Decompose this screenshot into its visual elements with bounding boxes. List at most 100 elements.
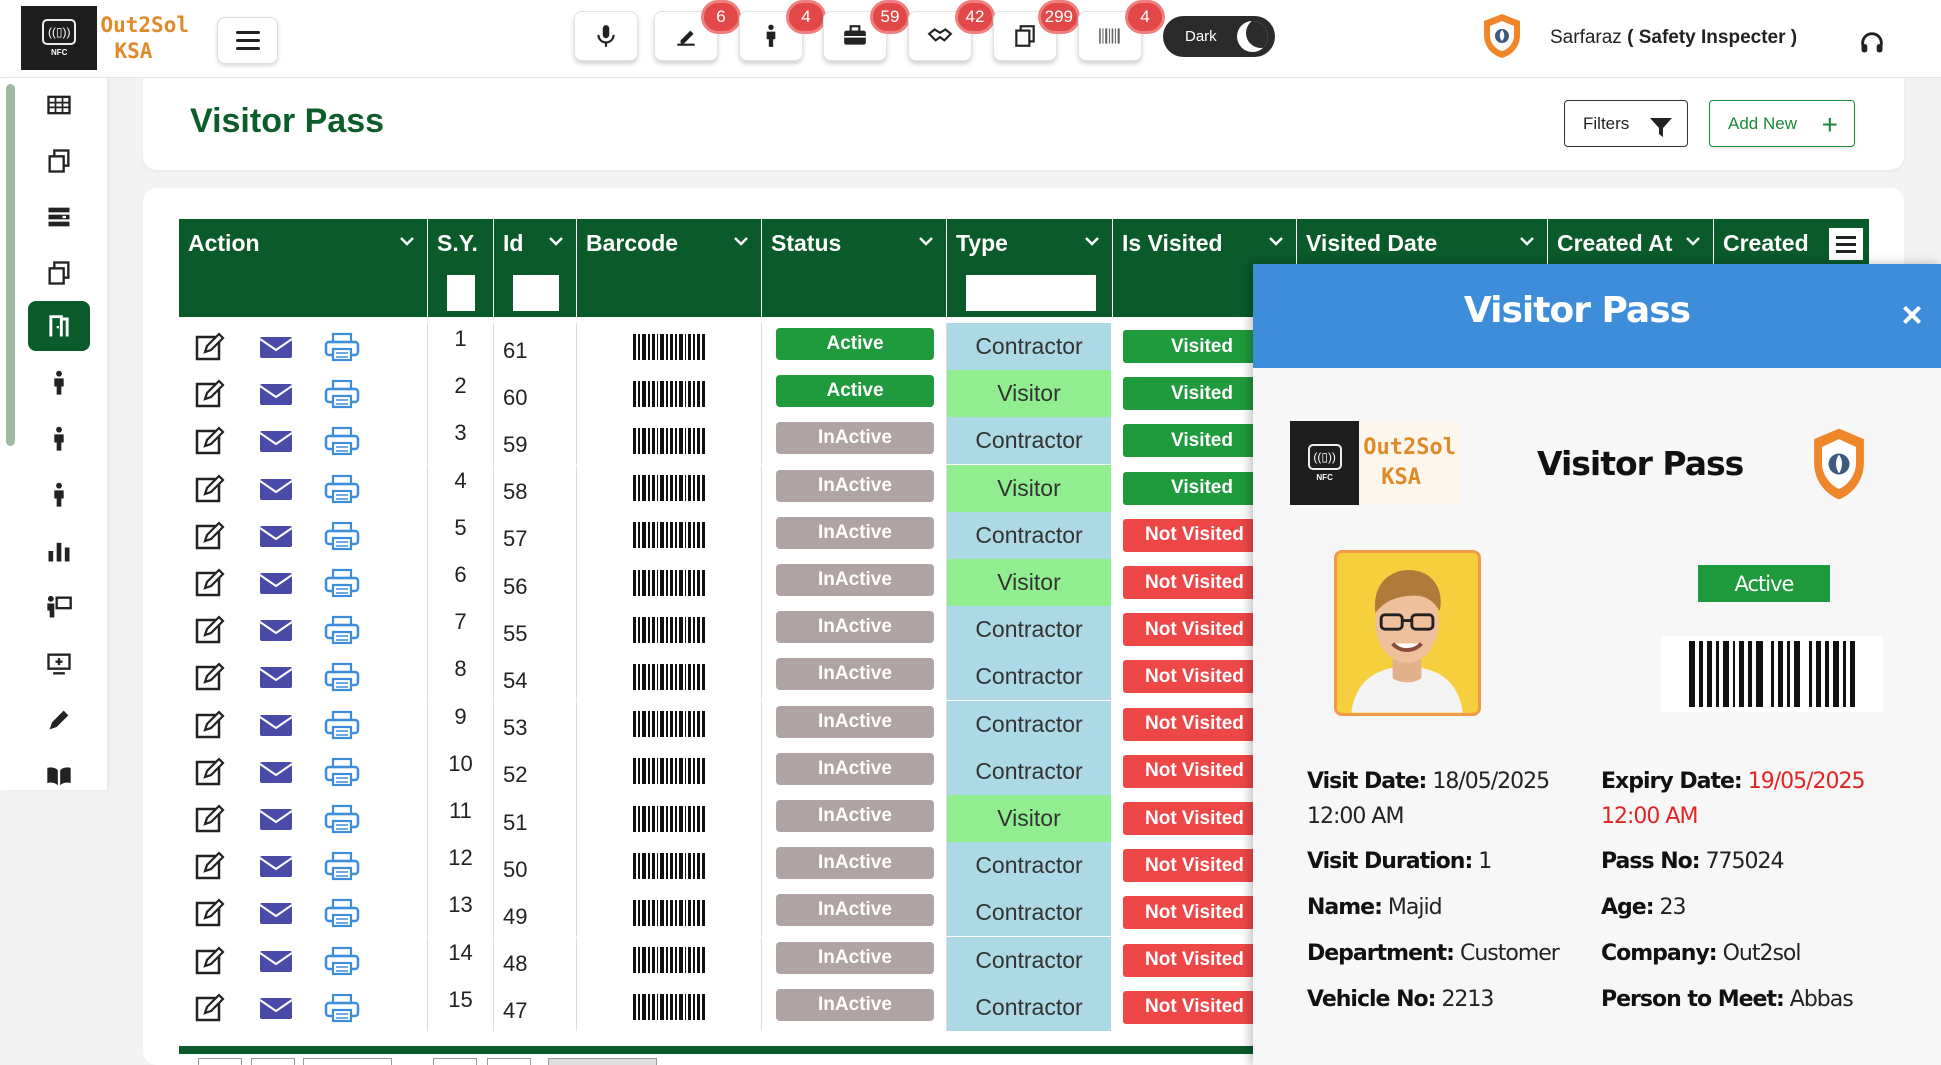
pen-icon: [677, 30, 695, 46]
email-icon[interactable]: [258, 851, 294, 881]
user-name[interactable]: Sarfaraz ( Safety Inspecter ): [1550, 27, 1797, 49]
sidebar-item-person-1[interactable]: [28, 358, 90, 408]
edit-icon[interactable]: [193, 710, 229, 740]
page-size-select[interactable]: [548, 1058, 657, 1065]
edit-icon[interactable]: [193, 851, 229, 881]
sidebar-item-person-2[interactable]: [28, 414, 90, 464]
edit-icon[interactable]: [193, 426, 229, 456]
id-cell: 53: [494, 700, 577, 748]
edit-icon[interactable]: [193, 993, 229, 1023]
menu-toggle-button[interactable]: [217, 17, 278, 64]
pager-prev[interactable]: [251, 1058, 295, 1065]
column-header-barcode[interactable]: Barcode: [577, 219, 762, 317]
printer-icon[interactable]: [324, 426, 360, 456]
printer-icon[interactable]: [324, 993, 360, 1023]
sidebar-item-edit[interactable]: [28, 695, 90, 745]
sidebar-item-list[interactable]: [28, 192, 90, 242]
email-icon[interactable]: [258, 804, 294, 834]
column-menu-icon[interactable]: [1829, 228, 1863, 260]
edit-icon[interactable]: [193, 946, 229, 976]
edit-icon[interactable]: [193, 757, 229, 787]
edit-icon[interactable]: [193, 615, 229, 645]
close-icon[interactable]: ×: [1897, 297, 1927, 333]
person-button[interactable]: 4: [739, 0, 826, 61]
sidebar-item-visitor-pass[interactable]: [28, 301, 90, 351]
sidebar-item-reports[interactable]: [28, 526, 90, 576]
id-filter-input[interactable]: [513, 275, 559, 311]
email-icon[interactable]: [258, 757, 294, 787]
brand-logo[interactable]: ((▯)) NFC Out2Sol KSA: [21, 6, 189, 70]
printer-icon[interactable]: [324, 710, 360, 740]
email-icon[interactable]: [258, 615, 294, 645]
printer-icon[interactable]: [324, 379, 360, 409]
barcode-badge: 4: [1125, 0, 1165, 34]
printer-icon[interactable]: [324, 662, 360, 692]
column-header-status[interactable]: Status: [762, 219, 947, 317]
printer-icon[interactable]: [324, 946, 360, 976]
sidebar-scrollbar[interactable]: [6, 84, 15, 446]
briefcase-button[interactable]: 59: [823, 0, 910, 61]
printer-icon[interactable]: [324, 568, 360, 598]
printer-icon[interactable]: [324, 851, 360, 881]
email-icon[interactable]: [258, 568, 294, 598]
sidebar-item-book[interactable]: [28, 751, 90, 801]
email-icon[interactable]: [258, 474, 294, 504]
copy-button[interactable]: 299: [993, 0, 1080, 61]
microphone-button[interactable]: [574, 11, 638, 61]
column-header-action[interactable]: Action: [179, 219, 428, 317]
edit-icon[interactable]: [193, 379, 229, 409]
printer-icon[interactable]: [324, 757, 360, 787]
edit-icon[interactable]: [193, 898, 229, 928]
email-icon[interactable]: [258, 379, 294, 409]
dark-mode-toggle[interactable]: Dark: [1163, 16, 1275, 57]
filters-button[interactable]: Filters: [1564, 100, 1688, 147]
printer-icon[interactable]: [324, 615, 360, 645]
action-cell: [179, 653, 428, 701]
shield-logo-icon: [1814, 428, 1864, 500]
sidebar-item-copy[interactable]: [28, 136, 90, 186]
sidebar-item-documents[interactable]: [28, 248, 90, 298]
edit-icon[interactable]: [193, 474, 229, 504]
type-filter-input[interactable]: [966, 275, 1096, 311]
handshake-button[interactable]: 42: [908, 0, 995, 61]
action-cell: [179, 936, 428, 984]
add-new-button[interactable]: Add New +: [1709, 100, 1855, 147]
pager-last[interactable]: [487, 1058, 531, 1065]
sidebar-item-presentation[interactable]: [28, 582, 90, 632]
pager-first[interactable]: [198, 1058, 242, 1065]
email-icon[interactable]: [258, 710, 294, 740]
edit-icon[interactable]: [193, 804, 229, 834]
edit-icon[interactable]: [193, 662, 229, 692]
sn-filter-input[interactable]: [447, 275, 475, 311]
barcode-button[interactable]: 4: [1078, 0, 1165, 61]
pager-next[interactable]: [433, 1058, 477, 1065]
edit-icon[interactable]: [193, 521, 229, 551]
pen-button[interactable]: 6: [654, 0, 741, 61]
headset-icon[interactable]: [1857, 29, 1887, 57]
door-icon: [49, 315, 69, 337]
edit-icon[interactable]: [193, 332, 229, 362]
email-icon[interactable]: [258, 993, 294, 1023]
printer-icon[interactable]: [324, 474, 360, 504]
email-icon[interactable]: [258, 898, 294, 928]
barcode-icon: [1689, 641, 1855, 707]
email-icon[interactable]: [258, 332, 294, 362]
pass-barcode: [1661, 636, 1883, 712]
printer-icon[interactable]: [324, 521, 360, 551]
printer-icon[interactable]: [324, 332, 360, 362]
id-cell: 49: [494, 889, 577, 937]
pager-input[interactable]: [303, 1058, 392, 1065]
email-icon[interactable]: [258, 946, 294, 976]
email-icon[interactable]: [258, 521, 294, 551]
sidebar-item-person-3[interactable]: [28, 470, 90, 520]
edit-icon[interactable]: [193, 568, 229, 598]
sidebar-item-table[interactable]: [28, 80, 90, 130]
email-icon[interactable]: [258, 426, 294, 456]
sidebar-item-add-screen[interactable]: [28, 639, 90, 689]
printer-icon[interactable]: [324, 804, 360, 834]
printer-icon[interactable]: [324, 898, 360, 928]
status-badge: Active: [776, 328, 934, 360]
status-cell: Active: [762, 370, 947, 418]
status-cell: InActive: [762, 559, 947, 606]
email-icon[interactable]: [258, 662, 294, 692]
